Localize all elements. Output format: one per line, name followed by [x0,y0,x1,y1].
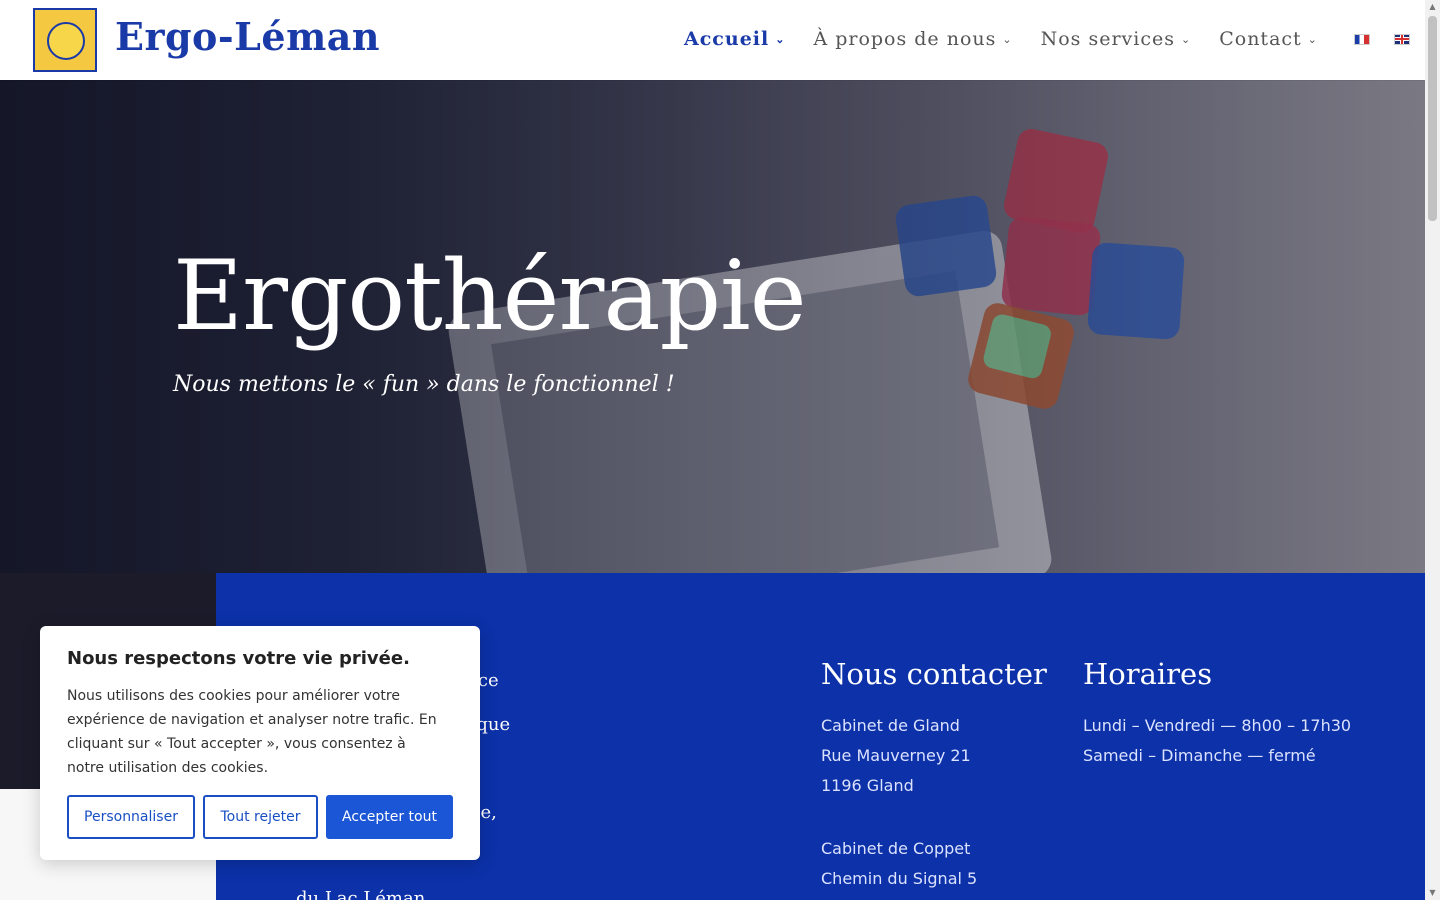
contact-title: Nous contacter [821,657,1047,691]
contact-line: 1196 Gland [821,776,914,795]
cookie-text: Nous utilisons des cookies pour améliore… [67,688,437,776]
reject-all-button[interactable]: Tout rejeter [203,795,318,839]
hours-title: Horaires [1083,657,1213,691]
contact-line: Cabinet de Coppet [821,839,971,858]
site-header: Ergo-Léman Accueil ⌄ À propos de nous ⌄ … [0,0,1425,80]
customize-button[interactable]: Personnaliser [67,795,195,839]
chevron-down-icon: ⌄ [1002,32,1013,46]
cookie-consent-dialog: Nous respectons votre vie privée. Nous u… [40,626,480,860]
logo-icon[interactable] [33,8,97,72]
hours-line: Samedi – Dimanche — fermé [1083,746,1316,765]
main-nav: Accueil ⌄ À propos de nous ⌄ Nos service… [684,28,1410,50]
contact-line: Cabinet de Gland [821,716,960,735]
nav-item-label: Accueil [684,28,770,50]
hours-line: Lundi – Vendredi — 8h00 – 17h30 [1083,716,1352,735]
chevron-down-icon: ⌄ [1307,32,1318,46]
cookie-title: Nous respectons votre vie privée. [67,648,410,669]
fr-flag-icon[interactable] [1353,33,1370,45]
hero-banner: Ergothérapie Nous mettons le « fun » dan… [0,80,1425,573]
nav-item-label: À propos de nous [813,28,997,50]
cookie-buttons: Personnaliser Tout rejeter Accepter tout [67,795,453,839]
scroll-down-icon[interactable]: ▼ [1428,888,1437,898]
nav-item-services[interactable]: Nos services ⌄ [1041,28,1192,50]
page-scrollbar[interactable]: ▲ ▼ [1425,0,1440,900]
nav-item-a-propos[interactable]: À propos de nous ⌄ [813,28,1012,50]
contact-spacer [821,801,977,834]
contact-line: Rue Mauverney 21 [821,746,971,765]
scroll-up-icon[interactable]: ▲ [1428,2,1437,12]
hero-title: Ergothérapie [173,240,807,352]
nav-item-accueil[interactable]: Accueil ⌄ [684,28,785,50]
nav-item-label: Contact [1219,28,1302,50]
nav-item-contact[interactable]: Contact ⌄ [1219,28,1318,50]
hours-list: Lundi – Vendredi — 8h00 – 17h30 Samedi –… [1083,711,1351,771]
scrollbar-thumb[interactable] [1428,16,1437,221]
intro-fragment: du Lac Léman. [296,888,432,900]
logo-text[interactable]: Ergo-Léman [115,14,380,59]
contact-list: Cabinet de Gland Rue Mauverney 21 1196 G… [821,711,977,894]
en-flag-icon[interactable] [1393,33,1410,45]
hero-subtitle: Nous mettons le « fun » dans le fonction… [173,372,675,397]
chevron-down-icon: ⌄ [1181,32,1192,46]
accept-all-button[interactable]: Accepter tout [326,795,453,839]
chevron-down-icon: ⌄ [775,32,786,46]
contact-line: Chemin du Signal 5 [821,869,978,888]
nav-item-label: Nos services [1040,28,1175,50]
